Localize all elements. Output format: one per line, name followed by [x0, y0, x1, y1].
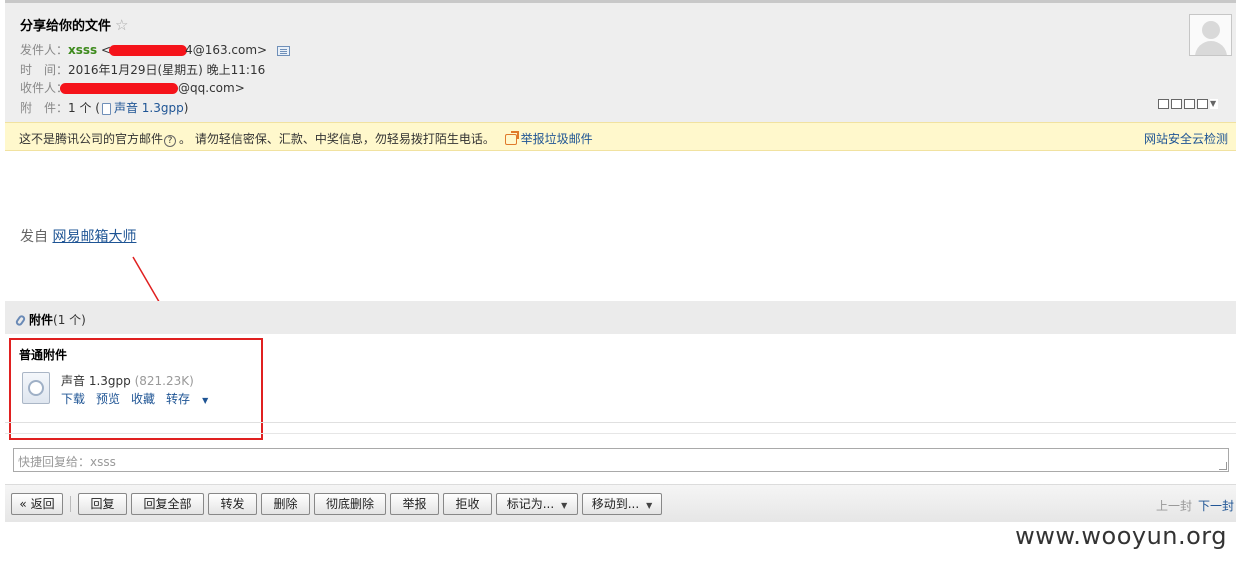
move-to-dropdown[interactable]: 移动到... ▼	[582, 493, 662, 515]
chevron-down-icon: ▼	[561, 501, 568, 510]
document-icon	[101, 102, 111, 115]
subject-text: 分享给你的文件	[20, 19, 112, 34]
attach-row: 附 件：1 个 ( 声音 1.3gpp)	[20, 99, 188, 116]
mark-as-label: 标记为...	[506, 497, 555, 511]
cloud-security-check-link[interactable]: 网站安全云检测	[1144, 130, 1228, 147]
contact-card-icon[interactable]	[276, 45, 290, 56]
report-icon	[504, 134, 517, 145]
mail-header: 分享给你的文件 ☆ 发件人：xsss <4@163.com> 时 间：2016年1…	[5, 3, 1236, 122]
report-button[interactable]: 举报	[390, 493, 439, 515]
question-icon[interactable]: ?	[164, 135, 177, 147]
attachments-count: (1 个)	[53, 313, 86, 327]
attach-close: )	[183, 101, 189, 115]
redaction-mark	[109, 45, 188, 56]
from-label: 发件人：	[20, 43, 69, 57]
attachments-bar: 附件(1 个)	[5, 301, 1236, 334]
divider	[5, 433, 1236, 434]
resize-grip-icon[interactable]	[1219, 462, 1227, 470]
paperclip-icon	[14, 313, 27, 328]
delete-permanently-button[interactable]: 彻底删除	[314, 493, 386, 515]
new-window-icon[interactable]	[1158, 99, 1169, 109]
avatar[interactable]	[1189, 14, 1232, 56]
star-icon[interactable]: ☆	[115, 16, 128, 34]
attachments-bar-label: 附件(1 个)	[14, 311, 86, 328]
mail-subject: 分享给你的文件 ☆	[20, 15, 128, 34]
from-row: 发件人：xsss <4@163.com>	[20, 41, 290, 58]
delete-button[interactable]: 删除	[261, 493, 310, 515]
sender-name[interactable]: xsss	[68, 43, 97, 57]
reply-all-button[interactable]: 回复全部	[131, 493, 204, 515]
attachments-title: 附件	[29, 313, 54, 327]
next-mail-link[interactable]: 下一封	[1198, 499, 1234, 513]
move-to-label: 移动到...	[591, 497, 640, 511]
chevron-down-icon[interactable]: ▼	[1210, 99, 1218, 109]
avatar-head	[1202, 21, 1220, 39]
save-icon[interactable]	[1184, 99, 1195, 109]
time-value: 2016年1月29日(星期五) 晚上11:16	[68, 63, 266, 77]
sent-from-line: 发自 网易邮箱大师	[20, 226, 136, 246]
reply-button[interactable]: 回复	[78, 493, 127, 515]
mark-as-dropdown[interactable]: 标记为... ▼	[496, 493, 578, 515]
header-attachment-link[interactable]: 声音 1.3gpp	[114, 101, 184, 115]
sent-from-prefix: 发自	[20, 229, 53, 245]
time-row: 时 间：2016年1月29日(星期五) 晚上11:16	[20, 61, 265, 78]
redaction-mark	[60, 83, 179, 94]
previous-mail-link[interactable]: 上一封	[1156, 499, 1192, 513]
toolbar-separator	[70, 496, 71, 512]
divider	[5, 422, 1236, 423]
print-icon[interactable]	[1197, 99, 1208, 109]
to-row: 收件人： @qq.com>	[20, 79, 245, 96]
sender-email[interactable]: <4@163.com>	[101, 43, 267, 57]
reject-button[interactable]: 拒收	[443, 493, 492, 515]
back-button[interactable]: « 返回	[11, 493, 63, 515]
quick-reply-input[interactable]: 快捷回复给：xsss	[13, 448, 1229, 472]
recipient-email-tail[interactable]: @qq.com>	[178, 81, 245, 95]
mail-navigation: 上一封 下一封	[1156, 497, 1234, 514]
attach-count: 1 个 (	[68, 101, 100, 115]
sent-from-link[interactable]: 网易邮箱大师	[52, 229, 136, 245]
security-warning-bar: 这不是腾讯公司的官方邮件?。 请勿轻信密保、汇款、中奖信息，勿轻易拨打陌生电话。…	[5, 122, 1236, 151]
warning-text-b: 。 请勿轻信密保、汇款、中奖信息，勿轻易拨打陌生电话。	[179, 132, 495, 146]
forward-button[interactable]: 转发	[208, 493, 257, 515]
time-label: 时 间：	[20, 63, 69, 77]
sender-email-tail: 4@163.com>	[185, 43, 268, 57]
report-spam-link[interactable]: 举报垃圾邮件	[504, 132, 593, 146]
warning-text-a: 这不是腾讯公司的官方邮件	[19, 132, 164, 146]
attach-label: 附 件：	[20, 101, 69, 115]
bottom-toolbar: « 返回 回复 回复全部 转发 删除 彻底删除 举报 拒收 标记为... ▼ 移动…	[5, 484, 1236, 522]
avatar-body	[1195, 41, 1227, 55]
view-source-icon[interactable]	[1171, 99, 1182, 109]
header-tools: ▼	[1158, 99, 1218, 109]
watermark: www.wooyun.org	[1015, 522, 1227, 550]
warning-text: 这不是腾讯公司的官方邮件?。 请勿轻信密保、汇款、中奖信息，勿轻易拨打陌生电话。…	[19, 130, 593, 147]
report-spam-label: 举报垃圾邮件	[520, 132, 593, 146]
quick-reply-placeholder: 快捷回复给：xsss	[18, 455, 116, 469]
chevron-down-icon: ▼	[646, 501, 653, 510]
annotation-highlight-box	[9, 338, 263, 440]
